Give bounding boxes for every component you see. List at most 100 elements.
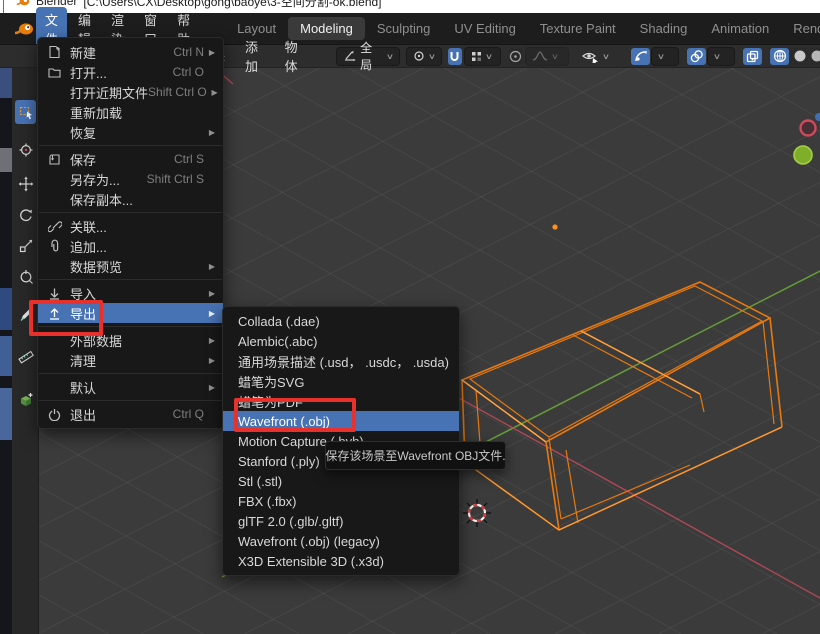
chevron-down-icon: ∨ [428,52,436,61]
tooltip: 保存该场景至Wavefront OBJ文件. [325,441,506,470]
export-item-wavefront-legacy[interactable]: Wavefront (.obj) (legacy) [223,531,459,551]
blender-window: Blender [C:\Users\CX\Desktop\gong\baoye\… [0,0,820,634]
blender-logo-icon [16,0,30,7]
tab-sculpting[interactable]: Sculpting [365,17,442,40]
menu-item-revert[interactable]: 重新加载 [38,102,223,122]
tooltip-text: 保存该场景至Wavefront OBJ文件. [325,447,505,464]
file-menu-popup: 新建 Ctrl N ▶ 打开... Ctrl O 打开近期文件 Shift Ct… [37,37,224,429]
menu-separator [39,373,222,374]
transform-orientation-dropdown[interactable]: 全局 ∨ [336,47,400,66]
workspace-tabs: Layout Modeling Sculpting UV Editing Tex… [225,17,820,40]
chevron-down-icon: ∨ [602,52,610,61]
export-item-usd[interactable]: 通用场景描述 (.usd， .usdc， .usda) [223,351,459,371]
tool-scale[interactable] [15,234,36,258]
falloff-curve-icon [532,50,548,62]
pivot-icon [413,50,425,62]
wireframe-sphere-icon [773,49,787,63]
shading-wireframe-button[interactable] [770,48,789,65]
toolbar-column [12,66,39,634]
solid-sphere-icon [793,49,807,63]
menu-item-recover[interactable]: 恢复 ▶ [38,122,223,142]
menu-item-save-copy[interactable]: 保存副本... [38,189,223,209]
tool-select-box[interactable] [15,100,36,124]
pivot-point-dropdown[interactable]: ∨ [406,47,442,66]
shading-solid-button[interactable] [790,48,809,65]
menu-item-defaults[interactable]: 默认 ▶ [38,377,223,397]
tab-animation[interactable]: Animation [699,17,781,40]
export-item-gltf[interactable]: glTF 2.0 (.glb/.gltf) [223,511,459,531]
export-item-wavefront-obj[interactable]: Wavefront (.obj) [223,411,459,431]
tab-rendering[interactable]: Renderi [781,17,820,40]
menu-item-import[interactable]: 导入 ▶ [38,283,223,303]
chevron-down-icon: ∨ [713,52,721,61]
submenu-arrow-icon: ▶ [206,356,215,365]
export-item-x3d[interactable]: X3D Extensible 3D (.x3d) [223,551,459,571]
export-arrow-icon [48,307,70,320]
chevron-down-icon: ∨ [485,52,493,61]
paperclip-icon [48,239,70,253]
gizmo-dropdown[interactable]: ∨ [651,47,679,66]
menu-item-export[interactable]: 导出 ▶ [38,303,223,323]
export-item-alembic[interactable]: Alembic(.abc) [223,331,459,351]
show-gizmo-toggle[interactable] [631,48,650,65]
menu-item-save-as[interactable]: 另存为... Shift Ctrl S [38,169,223,189]
blender-logo-button[interactable] [14,21,34,37]
tool-add-cube[interactable] [15,388,36,412]
tab-shading[interactable]: Shading [628,17,700,40]
xray-toggle[interactable] [743,48,762,65]
power-icon [48,408,70,421]
export-item-collada[interactable]: Collada (.dae) [223,311,459,331]
menu-item-open[interactable]: 打开... Ctrl O [38,62,223,82]
snap-toggle[interactable] [448,48,462,65]
show-overlays-toggle[interactable] [687,48,706,65]
export-item-fbx[interactable]: FBX (.fbx) [223,491,459,511]
tool-transform[interactable] [15,265,36,289]
snap-grid-icon [471,51,482,62]
tool-annotate[interactable] [15,303,36,327]
window-edge [3,0,4,13]
visibility-eye-icon [581,50,599,63]
submenu-arrow-icon: ▶ [206,336,215,345]
file-new-icon [48,45,70,59]
shading-material-button[interactable] [810,48,820,65]
overlays-dropdown[interactable]: ∨ [707,47,735,66]
tool-measure[interactable] [15,345,36,369]
export-item-grease-pencil-svg[interactable]: 蜡笔为SVG [223,371,459,391]
selected-wireframe-box[interactable] [462,282,782,530]
gizmo-icon [634,50,647,63]
menu-item-new[interactable]: 新建 Ctrl N ▶ [38,42,223,62]
material-sphere-icon [810,49,820,63]
chevron-down-icon: ∨ [551,52,559,61]
nav-gizmo[interactable] [794,113,820,164]
menu-item-link[interactable]: 关联... [38,216,223,236]
menu-separator [39,400,222,401]
submenu-arrow-icon: ▶ [209,88,218,97]
menu-add[interactable]: 添加 [235,37,275,75]
export-item-grease-pencil-pdf[interactable]: 蜡笔为PDF [223,391,459,411]
proportional-editing-toggle[interactable] [509,48,523,65]
menu-item-clean-up[interactable]: 清理 ▶ [38,350,223,370]
tool-move[interactable] [15,172,36,196]
menu-item-quit[interactable]: 退出 Ctrl Q [38,404,223,424]
menu-item-save[interactable]: 保存 Ctrl S [38,149,223,169]
xray-icon [746,50,759,63]
proportional-falloff-dropdown[interactable]: ∨ [525,47,569,66]
menu-item-append[interactable]: 追加... [38,236,223,256]
submenu-arrow-icon: ▶ [206,383,215,392]
export-item-stl[interactable]: Stl (.stl) [223,471,459,491]
snap-with-dropdown[interactable]: ∨ [464,47,501,66]
tool-cursor[interactable] [15,138,36,162]
tab-texture-paint[interactable]: Texture Paint [528,17,628,40]
submenu-arrow-icon: ▶ [206,128,215,137]
menu-item-data-preview[interactable]: 数据预览 ▶ [38,256,223,276]
tool-rotate[interactable] [15,203,36,227]
object-origin-dot [552,224,557,229]
menu-separator [39,326,222,327]
menu-item-external-data[interactable]: 外部数据 ▶ [38,330,223,350]
show-object-types-dropdown[interactable]: ∨ [575,48,625,65]
tab-uv-editing[interactable]: UV Editing [442,17,527,40]
menu-object[interactable]: 物体 [275,37,315,75]
submenu-arrow-icon: ▶ [206,289,215,298]
orientation-value: 全局 [360,39,383,73]
menu-item-open-recent[interactable]: 打开近期文件 Shift Ctrl O ▶ [38,82,223,102]
